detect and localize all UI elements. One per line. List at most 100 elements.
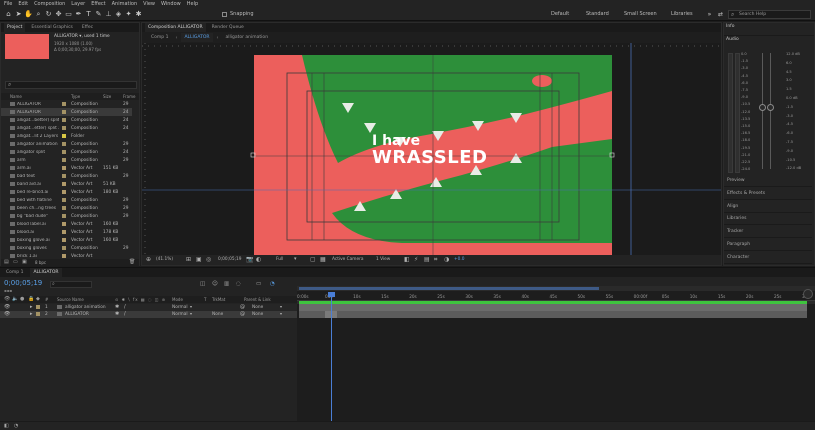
right-panel-item-effects-presets[interactable]: Effects & Presets [724,188,812,200]
right-panel-item-character[interactable]: Character [724,252,812,264]
bpc-label[interactable]: 8 bpc [35,260,46,265]
help-search-field[interactable]: ⌕ Search Help [728,10,811,19]
hand-tool-icon[interactable]: ✋ [24,10,33,19]
project-list-item[interactable]: bed with flatline Composition 29 [1,196,132,204]
workspace-more-icon[interactable]: » [705,10,714,19]
tab-project[interactable]: Project [4,23,26,32]
project-list-item[interactable]: boxing glove.ai Vector Art 160 KB [1,236,132,244]
project-list-item[interactable]: boxing gloves Composition 29 [1,244,132,252]
transparency-grid-icon[interactable]: ▦ [320,256,326,263]
exposure-value[interactable]: +0.0 [454,257,464,262]
menu-file[interactable]: File [4,1,12,7]
project-list-item[interactable]: alligat...better) split Composition 24 [1,116,132,124]
layer-name[interactable]: ALLIGATOR [65,312,89,317]
project-search-input[interactable]: ⌕ [5,81,137,89]
audio-slider-right[interactable] [767,104,774,111]
layer-trkmat[interactable]: None [212,312,223,317]
project-list-item[interactable]: alligator animation Composition 29 [1,140,132,148]
layer-mode[interactable]: Normal [172,312,188,317]
region-icon[interactable]: ▢ [310,256,316,263]
label-color-swatch[interactable] [62,222,66,226]
timeline-tab-alligator[interactable]: ALLIGATOR [30,268,62,277]
project-list-item[interactable]: alligat...lit 2 Layers Folder [1,132,132,140]
label-color-swatch[interactable] [62,174,66,178]
snapping-checkbox[interactable] [222,12,227,17]
collapse-switch-icon[interactable]: ✱ [115,304,119,310]
composition-viewer[interactable]: I have WRASSLED [142,43,721,255]
project-list-item[interactable]: ALLIGATOR Composition 29 [1,100,132,108]
layer-label-swatch[interactable] [36,312,40,316]
eraser-tool-icon[interactable]: ◈ [114,10,123,19]
quality-switch-icon[interactable]: / [124,304,126,310]
shy-layers-icon[interactable]: ☺ [212,281,218,287]
menu-effect[interactable]: Effect [91,1,105,7]
menu-window[interactable]: Window [161,1,181,7]
label-color-swatch[interactable] [62,246,66,250]
audio-tab[interactable]: Audio [726,37,739,42]
pan-tool-icon[interactable]: ✥ [54,10,63,19]
label-color-swatch[interactable] [62,182,66,186]
workspace-standard[interactable]: Standard [586,11,609,17]
mask-icon[interactable]: ◎ [206,256,211,263]
menu-layer[interactable]: Layer [71,1,85,7]
trash-icon[interactable]: 🗑 [129,259,135,265]
viewer-timecode[interactable]: 0;00;05;19 [218,257,241,262]
grid-icon[interactable]: ⊞ [186,256,191,263]
label-color-swatch[interactable] [62,150,66,154]
work-area-range[interactable] [299,287,599,290]
selection-tool-icon[interactable]: ➤ [14,10,23,19]
menu-edit[interactable]: Edit [18,1,28,7]
label-color-swatch[interactable] [62,126,66,130]
timeline-zoom-handle[interactable] [803,289,813,299]
zoom-level[interactable]: (41.1%) [156,257,173,262]
col-size[interactable]: Size [103,94,111,99]
label-color-swatch[interactable] [62,238,66,242]
draft-3d-icon[interactable]: ◫ [200,281,205,287]
breadcrumb-comp-1[interactable]: Comp 1 [148,33,171,42]
timeline-icon[interactable]: ▤ [424,256,430,263]
expand-arrow-icon[interactable]: ▸ [30,311,33,317]
label-color-swatch[interactable] [62,118,66,122]
right-panel-item-align[interactable]: Align [724,201,812,213]
info-tab[interactable]: Info [726,24,735,29]
col-name[interactable]: Name [10,94,22,99]
graph-editor-icon[interactable]: ▭ [256,281,261,287]
right-panel-item-paragraph[interactable]: Paragraph [724,239,812,251]
label-color-swatch[interactable] [62,198,66,202]
trkmat-header[interactable]: TrkMat [212,297,225,302]
playhead-handle[interactable] [328,292,335,297]
layer-parent[interactable]: None [252,305,263,310]
right-panel-item-libraries[interactable]: Libraries [724,213,812,226]
pick-whip-icon[interactable]: @ [240,311,245,317]
sync-icon[interactable]: ⇄ [716,10,725,19]
label-color-swatch[interactable] [62,166,66,170]
col-frame[interactable]: Frame [123,94,135,99]
layer-bar-2[interactable] [299,311,807,318]
label-color-swatch[interactable] [62,214,66,218]
eye-icon[interactable]: 👁 [4,304,10,310]
expand-panes-icon[interactable]: ◧ [4,423,9,429]
project-list-item[interactable]: band aid.ai Vector Art 51 KB [1,180,132,188]
render-time-icon[interactable]: ◔ [14,423,18,429]
parent-link-header[interactable]: Parent & Link [244,297,271,302]
project-list-item[interactable]: bad text Composition 29 [1,172,132,180]
brush-tool-icon[interactable]: ✎ [94,10,103,19]
label-color-swatch[interactable] [62,102,66,106]
menu-view[interactable]: View [143,1,155,7]
menu-help[interactable]: Help [187,1,198,7]
timeline-tab-comp-1[interactable]: Comp 1 [3,268,26,277]
label-color-swatch[interactable] [62,110,66,114]
project-list-item[interactable]: alligat...etter) split 2 Composition 24 [1,124,132,132]
toggle-pixel-icon[interactable]: ◧ [404,256,410,263]
safe-zones-icon[interactable]: ▣ [196,256,202,263]
new-folder-icon[interactable]: ▭ [13,259,18,265]
project-list-item[interactable]: been ch...ng trees Composition 29 [1,204,132,212]
workspace-default[interactable]: Default [551,11,569,17]
magnify-icon[interactable]: ⊕ [146,256,151,263]
label-color-swatch[interactable] [62,158,66,162]
layer-parent[interactable]: None [252,312,263,317]
motion-blur-icon[interactable]: ◌ [236,281,241,287]
project-list-item[interactable]: arm.ai Vector Art 151 KB [1,164,132,172]
show-channel-icon[interactable]: ◐ [256,256,261,263]
rectangle-tool-icon[interactable]: ▭ [64,10,73,19]
